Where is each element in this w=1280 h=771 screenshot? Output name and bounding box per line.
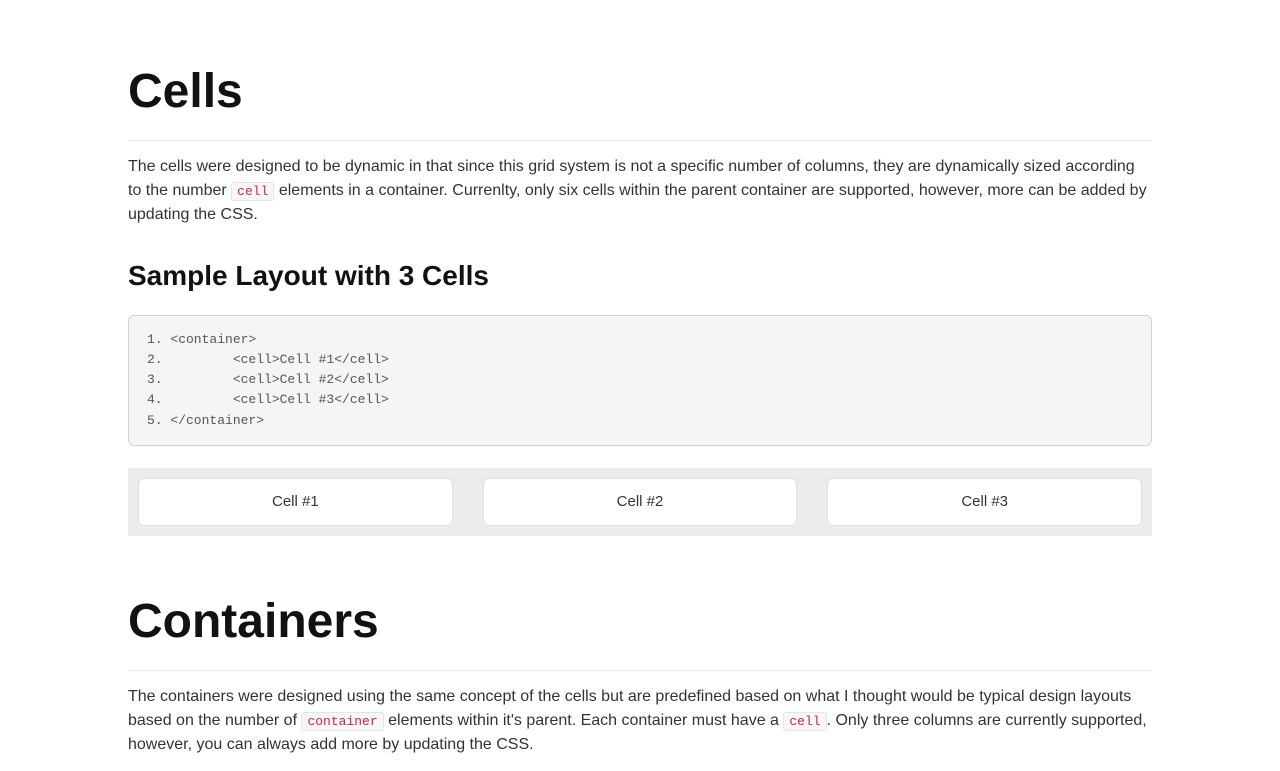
demo-cell-2: Cell #2 [483, 478, 798, 527]
demo-cell-3: Cell #3 [827, 478, 1142, 527]
containers-heading: Containers [128, 586, 1152, 671]
sample-layout-heading: Sample Layout with 3 Cells [128, 255, 1152, 297]
demo-cell-1: Cell #1 [138, 478, 453, 527]
page-content: Cells The cells were designed to be dyna… [128, 0, 1152, 757]
inline-code-container: container [301, 712, 383, 731]
code-sample-3cells: 1. <container> 2. <cell>Cell #1</cell> 3… [128, 315, 1152, 446]
inline-code-cell-2: cell [783, 712, 826, 731]
code-line-1: 1. <container> [147, 332, 256, 347]
code-line-5: 5. </container> [147, 413, 264, 428]
containers-desc-part2: elements within it's parent. Each contai… [384, 712, 784, 729]
cells-desc-part2: elements in a container. Currenlty, only… [128, 182, 1147, 223]
code-line-2: 2. <cell>Cell #1</cell> [147, 352, 389, 367]
cells-description: The cells were designed to be dynamic in… [128, 155, 1152, 227]
cells-heading: Cells [128, 56, 1152, 141]
demo-container-3cells: Cell #1 Cell #2 Cell #3 [128, 468, 1152, 537]
code-line-3: 3. <cell>Cell #2</cell> [147, 372, 389, 387]
inline-code-cell: cell [231, 182, 274, 201]
code-line-4: 4. <cell>Cell #3</cell> [147, 392, 389, 407]
containers-description: The containers were designed using the s… [128, 685, 1152, 757]
